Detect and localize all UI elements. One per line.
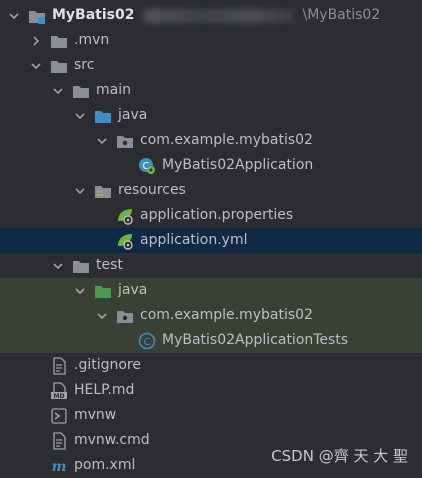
tree-row-label: .mvn [74,32,110,48]
tree-row-label: HELP.md [74,382,135,398]
test-folder-icon [94,282,112,300]
tree-row[interactable]: java [0,278,422,303]
tree-row-label: java [118,282,148,298]
chevron-down-icon[interactable] [6,8,22,24]
project-path: \MyBatis02 [302,7,381,23]
tree-row-label: mvnw [74,407,117,423]
source-folder-icon [94,107,112,125]
tree-row[interactable]: com.example.mybatis02 [0,128,422,153]
tree-row[interactable]: mvnw [0,403,422,428]
tree-row-label: mvnw.cmd [74,432,150,448]
folder-icon [72,82,90,100]
chevron-down-icon[interactable] [94,133,110,149]
folder-icon [50,57,68,75]
test-class-icon: C [138,332,156,350]
watermark: CSDN @齊 天 大 聖 [271,447,408,465]
chevron-down-icon[interactable] [50,83,66,99]
svg-text:m: m [52,459,67,475]
svg-text:C: C [144,337,151,348]
tree-row[interactable]: MD HELP.md [0,378,422,403]
svg-text:MD: MD [54,393,65,400]
tree-row-label: com.example.mybatis02 [140,132,313,148]
spring-config-icon [116,232,134,250]
tree-row[interactable]: application.properties [0,203,422,228]
tree-row-label: application.properties [140,207,294,223]
spring-boot-class-icon: C [138,157,156,175]
tree-row[interactable]: C MyBatis02ApplicationTests [0,328,422,353]
resources-folder-icon [94,182,112,200]
chevron-down-icon[interactable] [94,308,110,324]
markdown-file-icon: MD [50,381,68,400]
chevron-down-icon[interactable] [50,258,66,274]
tree-row-label: MyBatis02Application [162,157,314,173]
spring-config-icon [116,207,134,225]
tree-row[interactable]: com.example.mybatis02 [0,303,422,328]
tree-row[interactable]: application.yml [0,228,422,253]
tree-row[interactable]: main [0,78,422,103]
tree-row[interactable]: .mvn [0,28,422,53]
tree-row-label: pom.xml [74,457,136,473]
chevron-down-icon[interactable] [72,108,88,124]
tree-row[interactable]: test [0,253,422,278]
redacted-path [144,8,295,23]
folder-icon [50,32,68,50]
chevron-right-icon[interactable] [28,33,44,49]
tree-row[interactable]: resources [0,178,422,203]
text-file-icon [50,356,68,375]
chevron-down-icon[interactable] [72,183,88,199]
tree-row[interactable]: C MyBatis02Application [0,153,422,178]
tree-row-label: main [96,82,131,98]
tree-row[interactable]: .gitignore [0,353,422,378]
text-file-icon [50,431,68,450]
tree-row-label: src [74,57,95,73]
tree-row-label: com.example.mybatis02 [140,307,313,323]
tree-root-row[interactable]: MyBatis02 \MyBatis02 [0,3,422,28]
folder-icon [72,257,90,275]
tree-row-label: application.yml [140,232,248,248]
tree-row-label: resources [118,182,186,198]
maven-icon: m [50,457,68,475]
tree-row-label: .gitignore [74,357,141,373]
tree-row-label: MyBatis02ApplicationTests [162,332,349,348]
tree-row-label: java [118,107,148,123]
module-folder-icon [28,7,46,25]
package-icon [116,307,134,325]
package-icon [116,132,134,150]
project-name: MyBatis02 [52,7,135,23]
tree-row[interactable]: src [0,53,422,78]
tree-row-label: test [96,257,123,273]
chevron-down-icon[interactable] [28,58,44,74]
chevron-down-icon[interactable] [72,283,88,299]
tree-row[interactable]: java [0,103,422,128]
terminal-file-icon [50,407,68,425]
